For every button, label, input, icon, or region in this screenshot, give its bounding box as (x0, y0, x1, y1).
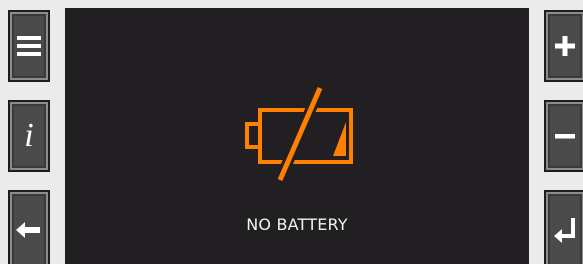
enter-button[interactable] (544, 190, 583, 264)
status-text: NO BATTERY (246, 215, 348, 234)
arrow-left-icon (16, 222, 40, 238)
enter-icon (554, 218, 575, 243)
plus-button[interactable] (544, 10, 583, 82)
info-button[interactable]: i (8, 100, 50, 172)
device-panel: i NO BATTERY (0, 0, 583, 264)
minus-button[interactable] (544, 100, 583, 172)
no-battery-icon (245, 85, 353, 183)
display-screen: NO BATTERY (65, 8, 529, 264)
minus-icon (555, 134, 575, 139)
plus-icon (555, 36, 575, 56)
menu-icon (17, 36, 41, 56)
menu-button[interactable] (8, 10, 50, 82)
back-button[interactable] (8, 190, 50, 264)
info-icon: i (24, 117, 34, 154)
